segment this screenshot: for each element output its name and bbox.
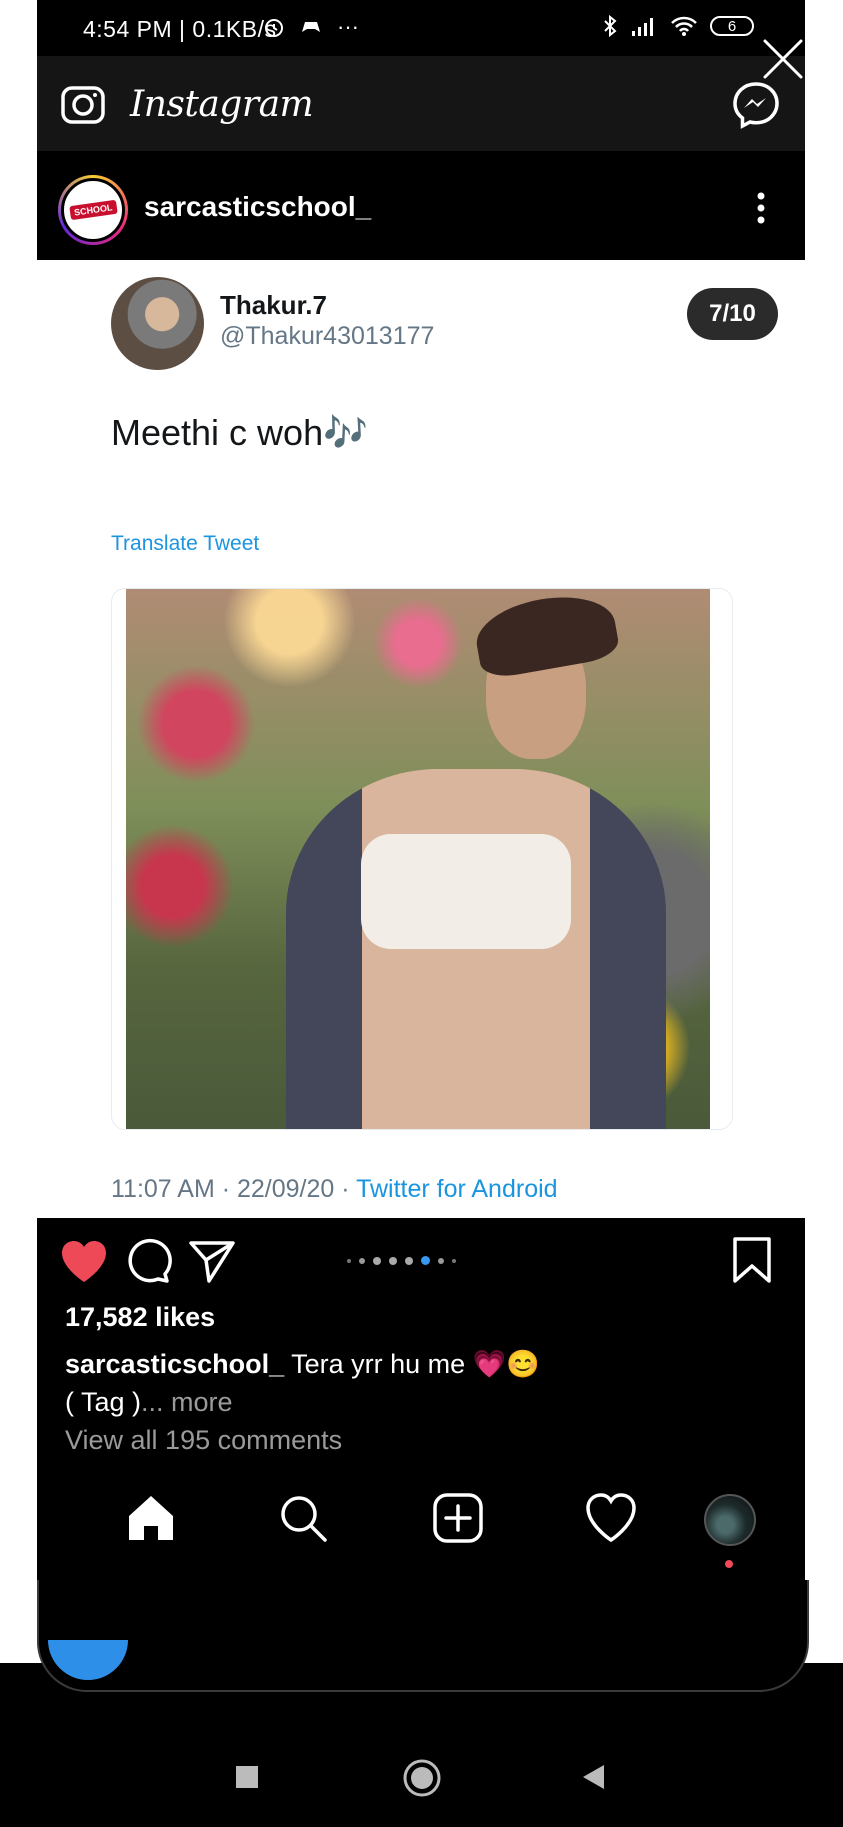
outer-home-icon[interactable]	[402, 1758, 442, 1798]
caption-text-line2: ( Tag )	[65, 1387, 142, 1417]
carousel-dot	[373, 1256, 381, 1265]
battery-icon: 6	[710, 16, 754, 36]
like-heart-icon[interactable]	[59, 1238, 109, 1284]
wifi-icon	[671, 16, 697, 36]
alarm-icon	[265, 19, 283, 37]
outer-back-icon[interactable]	[580, 1763, 606, 1791]
comment-icon[interactable]	[125, 1238, 173, 1284]
carousel-dot	[359, 1257, 365, 1264]
slide-counter: 7/10	[709, 300, 756, 327]
profile-avatar-tab[interactable]	[704, 1494, 756, 1546]
profile-notification-dot	[725, 1560, 733, 1568]
carousel-dot	[452, 1258, 456, 1263]
game-icon	[302, 22, 320, 32]
more-options-icon[interactable]	[755, 191, 767, 225]
carousel-indicator	[347, 1256, 456, 1265]
carousel-dot-active	[421, 1256, 430, 1265]
instagram-logo: Instagram	[130, 84, 314, 125]
carousel-dot	[405, 1256, 413, 1265]
close-icon[interactable]	[760, 36, 806, 82]
slide-counter-badge: 7/10	[687, 288, 778, 340]
status-bar: 4:54 PM | 0.1KB/s ··· 6	[37, 0, 805, 56]
tweet-timestamp: 11:07 AM · 22/09/20 ·	[111, 1175, 357, 1203]
caption: sarcasticschool_ Tera yrr hu me 💗😊 ( Tag…	[65, 1345, 775, 1421]
caption-more-link[interactable]: ... more	[141, 1387, 233, 1417]
view-comments-link[interactable]: View all 195 comments	[65, 1425, 342, 1456]
account-name[interactable]: sarcasticschool_	[144, 191, 371, 223]
carousel-dot	[438, 1257, 444, 1264]
new-post-icon[interactable]	[430, 1490, 486, 1546]
device-rim	[37, 1580, 809, 1692]
outer-system-navigation	[0, 1740, 843, 1810]
likes-count[interactable]: 17,582 likes	[65, 1302, 215, 1333]
photo-person-body	[286, 769, 666, 1129]
phone-screen: 4:54 PM | 0.1KB/s ··· 6 Instagram SCHOOL…	[37, 0, 805, 1663]
tweet-author-handle: @Thakur43013177	[220, 322, 435, 350]
tweet-author-avatar	[111, 277, 204, 370]
home-icon[interactable]	[123, 1490, 179, 1546]
tweet-source: Twitter for Android	[356, 1175, 558, 1203]
tweet-meta: 11:07 AM · 22/09/20 · Twitter for Androi…	[111, 1175, 558, 1204]
more-status-icon: ···	[337, 14, 359, 39]
tweet-text: Meethi c woh🎶	[111, 412, 368, 453]
caption-text: Tera yrr hu me 💗😊	[284, 1349, 540, 1379]
bottom-navigation	[37, 1490, 805, 1568]
camera-icon[interactable]	[59, 80, 107, 128]
messenger-icon[interactable]	[731, 80, 781, 130]
carousel-dot	[347, 1258, 351, 1263]
share-icon[interactable]	[187, 1238, 237, 1284]
account-avatar[interactable]: SCHOOL	[58, 175, 128, 245]
post-actions	[37, 1218, 805, 1288]
carousel-dot	[389, 1256, 397, 1265]
instagram-header: Instagram	[37, 56, 805, 151]
photo-background	[126, 589, 710, 1129]
status-time: 4:54 PM | 0.1KB/s	[83, 16, 277, 42]
translate-tweet-link: Translate Tweet	[111, 532, 260, 555]
bookmark-icon[interactable]	[731, 1236, 773, 1284]
status-left-icons: ···	[263, 14, 359, 40]
caption-username[interactable]: sarcasticschool_	[65, 1349, 284, 1379]
tweet-photo	[111, 588, 733, 1130]
post-media-tweet[interactable]: Thakur.7 @Thakur43013177 7/10 Meethi c w…	[37, 260, 805, 1218]
search-icon[interactable]	[275, 1490, 331, 1546]
outer-recents-icon[interactable]	[234, 1764, 260, 1790]
bluetooth-icon	[604, 14, 617, 38]
account-badge: SCHOOL	[68, 199, 117, 221]
post-header: SCHOOL sarcasticschool_	[37, 151, 805, 260]
photo-person-hair	[470, 589, 622, 681]
tweet-author-name: Thakur.7	[220, 290, 327, 320]
activity-heart-icon[interactable]	[583, 1490, 639, 1546]
photo-person-top	[361, 834, 571, 949]
status-right-icons: 6	[602, 14, 754, 38]
account-avatar-image: SCHOOL	[61, 178, 125, 242]
battery-level: 6	[727, 17, 737, 35]
signal-icon	[632, 18, 653, 36]
